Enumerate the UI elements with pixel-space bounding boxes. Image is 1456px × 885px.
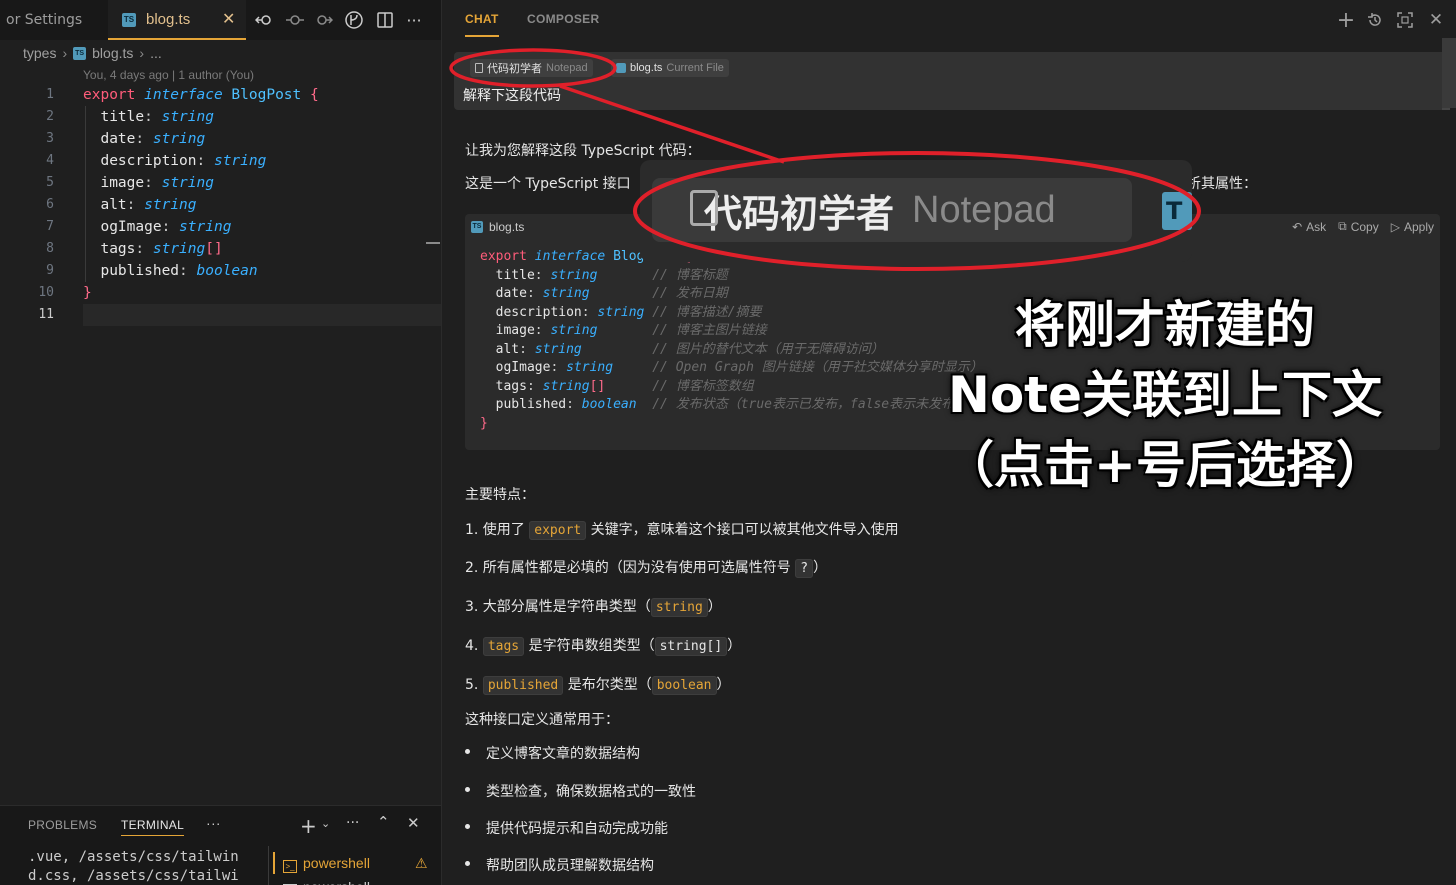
annotation-caption: 将刚才新建的 Note关联到上下文 （点击+号后选择） bbox=[905, 290, 1425, 500]
highlight-ellipse-large bbox=[633, 151, 1201, 271]
caption-line: 将刚才新建的 bbox=[1015, 296, 1315, 354]
caption-line: （点击+号后选择） bbox=[944, 436, 1386, 494]
caption-line: Note关联到上下文 bbox=[947, 366, 1382, 424]
highlight-ellipse-small bbox=[449, 48, 617, 88]
callout-connector-line bbox=[559, 84, 785, 164]
